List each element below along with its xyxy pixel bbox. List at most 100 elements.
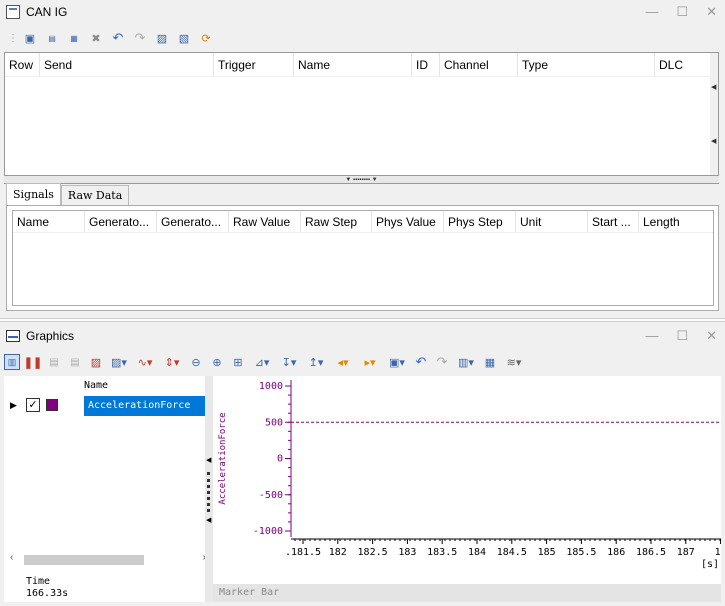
column-header-row[interactable]: Row	[5, 53, 40, 76]
x-axis-unit: [s]	[701, 559, 719, 570]
axis-xy-icon[interactable]: ⇕▾	[161, 354, 183, 370]
graphics-toolbar: ▥ ❚❚ ▤ ▤ ▨ ▨▾ ∿▾ ⇕▾ ⊖ ⊕ ⊞ ⊿▾ ↧▾ ↥▾ ◂▾ ▸▾…	[4, 351, 725, 373]
time-label: Time	[26, 576, 51, 587]
splitter-handle[interactable]: ▼ ▪▪▪▪▪▪▪▪ ▼	[4, 176, 719, 184]
maximize-button[interactable]: ☐	[676, 4, 688, 20]
y-tick-label: 1000	[259, 381, 283, 392]
column-header-length[interactable]: Length	[639, 211, 711, 232]
graphics-close-button[interactable]: ✕	[706, 328, 717, 344]
pause-icon[interactable]: ❚❚	[24, 354, 42, 370]
can-ig-toolbar: ⋮ ▣ ▤ ▦ ✖ ↶ ↷ ▨ ▧ ⟳	[8, 27, 725, 49]
legend-header-name: Name	[84, 380, 109, 391]
graphics-redo-icon[interactable]: ↷	[434, 354, 450, 370]
add-row-icon[interactable]: ▣	[22, 30, 38, 46]
graphics-maximize-button[interactable]: ☐	[676, 328, 688, 344]
x-tick-label: 183.5	[427, 547, 457, 558]
signal-table: Name Generato... Generato... Raw Value R…	[12, 210, 714, 306]
y-tick-label: -1000	[253, 526, 283, 537]
x-tick-label: .181.5	[285, 547, 321, 558]
legend-scroll-thumb[interactable]	[24, 555, 144, 565]
can-ig-window: CAN IG — ☐ ✕ ⋮ ▣ ▤ ▦ ✖ ↶ ↷ ▨ ▧ ⟳ Row Sen…	[0, 0, 725, 318]
signal-name-cell[interactable]: AccelerationForce	[84, 396, 210, 416]
graphics-window: Graphics — ☐ ✕ ▥ ❚❚ ▤ ▤ ▨ ▨▾ ∿▾ ⇕▾ ⊖ ⊕ ⊞…	[0, 324, 725, 606]
marker-left-icon[interactable]: ◂▾	[332, 354, 354, 370]
signal-chart[interactable]: AccelerationForce 1000 500 0 -500 -1000.181.5…	[213, 376, 721, 584]
column-header-signal-name[interactable]: Name	[13, 211, 85, 232]
signal-chart-icon[interactable]: ▨	[88, 354, 104, 370]
x-tick-label: 182	[329, 547, 347, 558]
column-header-channel[interactable]: Channel	[440, 53, 518, 76]
message-table-header: Row Send Trigger Name ID Channel Type DL…	[5, 53, 718, 77]
y-tick-label: -500	[259, 490, 283, 501]
column-header-type[interactable]: Type	[518, 53, 655, 76]
graphics-undo-icon[interactable]: ↶	[413, 354, 429, 370]
chart-mode-2-icon[interactable]: ▤	[67, 354, 83, 370]
x-tick-label: 182.5	[358, 547, 388, 558]
signal-chart-dropdown-icon[interactable]: ▨▾	[109, 354, 129, 370]
message-table-scrollbar[interactable]: ◀ ◀	[710, 53, 718, 175]
layout-icon[interactable]: ▣▾	[386, 354, 408, 370]
column-header-generator-2[interactable]: Generato...	[157, 211, 229, 232]
can-ig-titlebar: CAN IG — ☐ ✕	[0, 0, 725, 24]
column-header-id[interactable]: ID	[412, 53, 440, 76]
delete-icon[interactable]: ✖	[88, 30, 104, 46]
column-header-dlc[interactable]: DLC	[655, 53, 705, 76]
minimize-button[interactable]: —	[645, 4, 658, 20]
zoom-fit-icon[interactable]: ⊞	[230, 354, 246, 370]
legend-splitter[interactable]: ◀ ◀	[205, 376, 213, 602]
legend-toggle-icon[interactable]: ▥	[4, 354, 20, 370]
legend-panel: Name ▶ ✓ AccelerationForce ‹ › Time 166.…	[4, 376, 210, 602]
marker-right-icon[interactable]: ▸▾	[359, 354, 381, 370]
column-header-name[interactable]: Name	[294, 53, 412, 76]
x-tick-label: 184.5	[497, 547, 527, 558]
measure-icon[interactable]: ↧▾	[278, 354, 300, 370]
x-tick-label: 186	[607, 547, 625, 558]
time-value: 166.33s	[26, 588, 69, 599]
refresh-icon[interactable]: ⟳	[198, 30, 214, 46]
export-graph-icon[interactable]: ▦	[482, 354, 498, 370]
marker-bar[interactable]: Marker Bar	[213, 584, 721, 602]
settings-icon[interactable]: ≋▾	[503, 354, 525, 370]
signal-color-swatch[interactable]	[46, 399, 58, 411]
trigger-icon[interactable]: ↥▾	[305, 354, 327, 370]
column-header-raw-step[interactable]: Raw Step	[301, 211, 372, 232]
redo-icon[interactable]: ↷	[132, 30, 148, 46]
send-frame-icon[interactable]: ▤	[44, 30, 60, 46]
signal-panel: Name Generato... Generato... Raw Value R…	[6, 205, 719, 311]
signal-visible-checkbox[interactable]: ✓	[26, 398, 40, 412]
message-table: Row Send Trigger Name ID Channel Type DL…	[4, 52, 719, 176]
tab-raw-data[interactable]: Raw Data	[60, 185, 130, 205]
tab-signals[interactable]: Signals	[6, 183, 61, 205]
column-header-raw-value[interactable]: Raw Value	[229, 211, 301, 232]
y-tick-label: 0	[277, 454, 283, 465]
legend-scrollbar[interactable]: ‹ ›	[8, 552, 208, 566]
window-title: CAN IG	[26, 5, 68, 19]
column-header-trigger[interactable]: Trigger	[214, 53, 294, 76]
undo-icon[interactable]: ↶	[110, 30, 126, 46]
wave-icon[interactable]: ∿▾	[134, 354, 156, 370]
column-header-phys-step[interactable]: Phys Step	[444, 211, 516, 232]
legend-row[interactable]: ▶ ✓ AccelerationForce	[8, 396, 210, 416]
y-tick-label: 500	[265, 417, 283, 428]
x-tick-label: 183	[398, 547, 416, 558]
import-icon[interactable]: ▨	[154, 30, 170, 46]
x-tick-label: 186.5	[636, 547, 666, 558]
scale-icon[interactable]: ⊿▾	[251, 354, 273, 370]
statistics-icon[interactable]: ▥▾	[455, 354, 477, 370]
chart-area[interactable]: AccelerationForce 1000 500 0 -500 -1000.181.5…	[213, 376, 721, 584]
row-expand-icon[interactable]: ▶	[10, 400, 17, 411]
column-header-unit[interactable]: Unit	[516, 211, 588, 232]
column-header-phys-value[interactable]: Phys Value	[372, 211, 444, 232]
column-header-generator-1[interactable]: Generato...	[85, 211, 157, 232]
window-divider	[0, 318, 725, 322]
zoom-in-icon[interactable]: ⊕	[209, 354, 225, 370]
zoom-out-icon[interactable]: ⊖	[188, 354, 204, 370]
chart-mode-icon[interactable]: ▤	[46, 354, 62, 370]
column-header-send[interactable]: Send	[40, 53, 214, 76]
send-all-icon[interactable]: ▦	[66, 30, 82, 46]
column-header-start[interactable]: Start ...	[588, 211, 639, 232]
export-icon[interactable]: ▧	[176, 30, 192, 46]
x-tick-label: 184	[468, 547, 486, 558]
graphics-minimize-button[interactable]: —	[645, 328, 658, 344]
close-button[interactable]: ✕	[706, 4, 717, 20]
